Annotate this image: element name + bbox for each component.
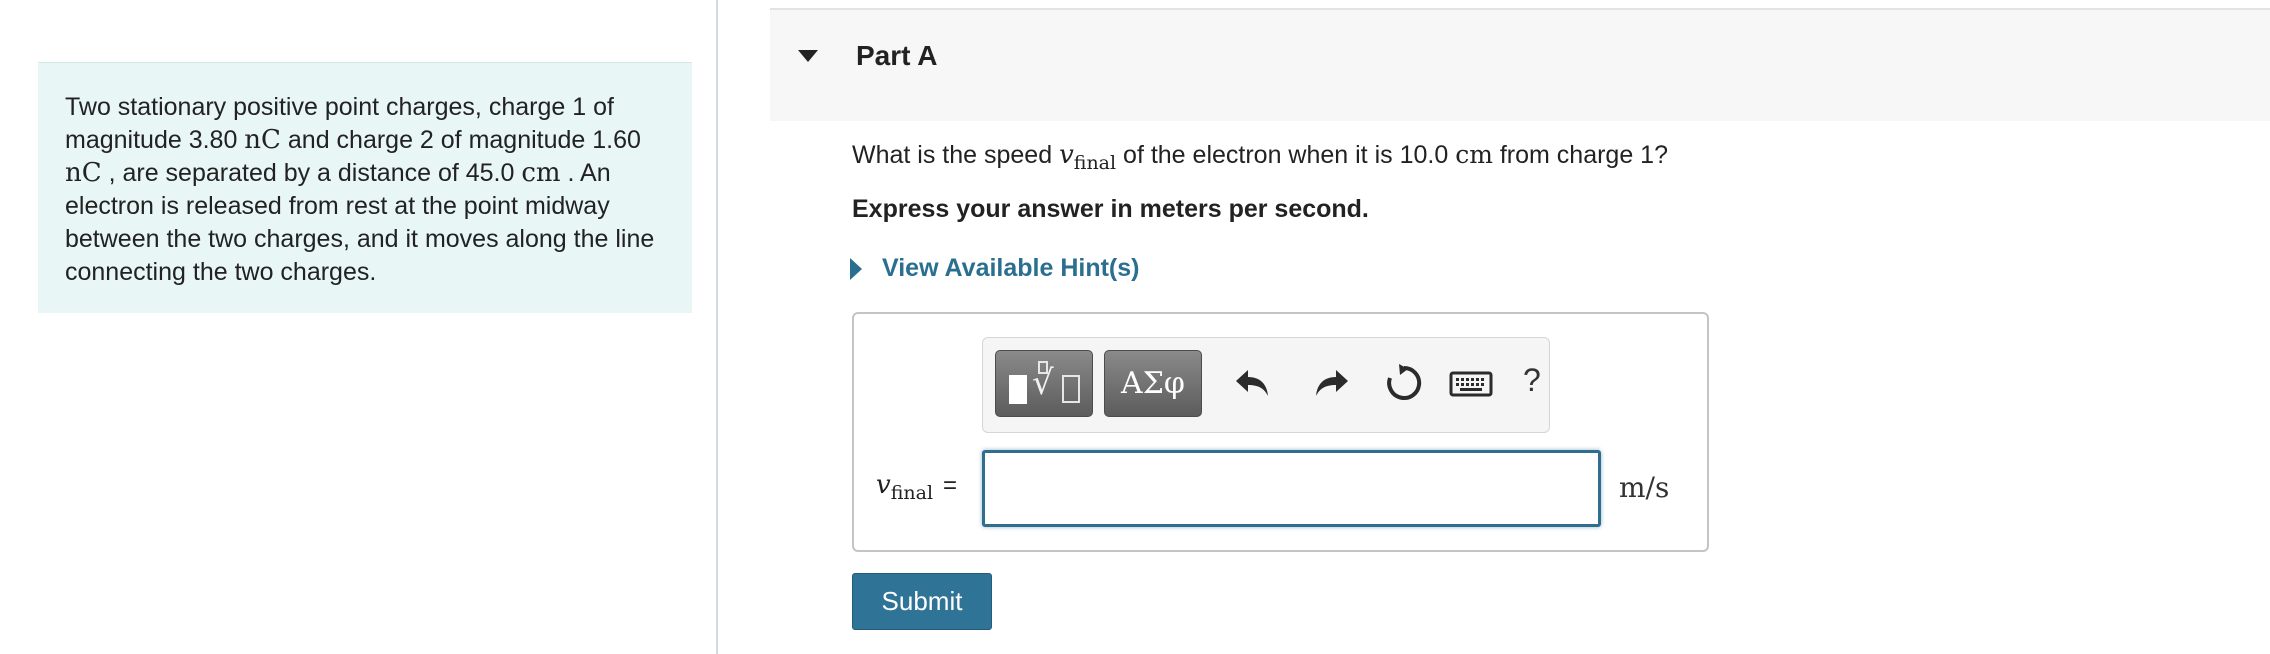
- part-title: Part A: [856, 40, 938, 71]
- greek-symbols-button[interactable]: ΑΣφ: [1104, 350, 1202, 417]
- submit-button[interactable]: Submit: [852, 573, 992, 630]
- question-text-before: What is the speed: [852, 141, 1060, 169]
- question-text-middle: of the electron when it is 10.0: [1116, 141, 1456, 169]
- help-icon[interactable]: ?: [1523, 362, 1541, 399]
- reset-icon[interactable]: [1379, 358, 1429, 408]
- problem-unit-cm: cm: [521, 158, 561, 188]
- question-text-after: from charge 1?: [1492, 141, 1668, 169]
- answer-instruction: Express your answer in meters per second…: [852, 195, 1369, 223]
- question-variable: v: [1059, 140, 1074, 170]
- problem-unit-nc-1: nC: [244, 125, 281, 155]
- answer-box: √ ΑΣφ ? vfinal = m/s: [852, 312, 1709, 552]
- expand-caret-icon: [850, 257, 862, 280]
- question-unit: cm: [1455, 140, 1493, 169]
- answer-variable-label: vfinal =: [876, 470, 958, 504]
- answer-variable-subscript: final: [890, 482, 934, 504]
- question-text: What is the speed vfinal of the electron…: [852, 140, 1668, 174]
- keyboard-icon[interactable]: [1449, 358, 1493, 408]
- answer-variable: v: [876, 470, 891, 500]
- panel-divider: [716, 0, 718, 654]
- answer-input[interactable]: [982, 450, 1601, 527]
- view-hints-link[interactable]: View Available Hint(s): [882, 254, 1139, 283]
- redo-icon[interactable]: [1306, 358, 1356, 408]
- equals-sign: =: [943, 472, 958, 499]
- problem-statement: Two stationary positive point charges, c…: [38, 62, 692, 313]
- templates-button[interactable]: √: [995, 350, 1093, 417]
- question-variable-subscript: final: [1073, 152, 1117, 174]
- collapse-caret-icon[interactable]: [798, 50, 818, 62]
- answer-unit: m/s: [1619, 471, 1670, 504]
- problem-text-3: , are separated by a distance of 45.0: [101, 159, 522, 187]
- part-header[interactable]: Part A: [770, 8, 2270, 121]
- view-hints-toggle[interactable]: View Available Hint(s): [850, 254, 1139, 283]
- problem-unit-nc-2: nC: [65, 158, 102, 188]
- problem-text-2: and charge 2 of magnitude 1.60: [280, 126, 641, 154]
- math-toolbar: √ ΑΣφ ?: [982, 337, 1550, 433]
- undo-icon[interactable]: [1228, 358, 1278, 408]
